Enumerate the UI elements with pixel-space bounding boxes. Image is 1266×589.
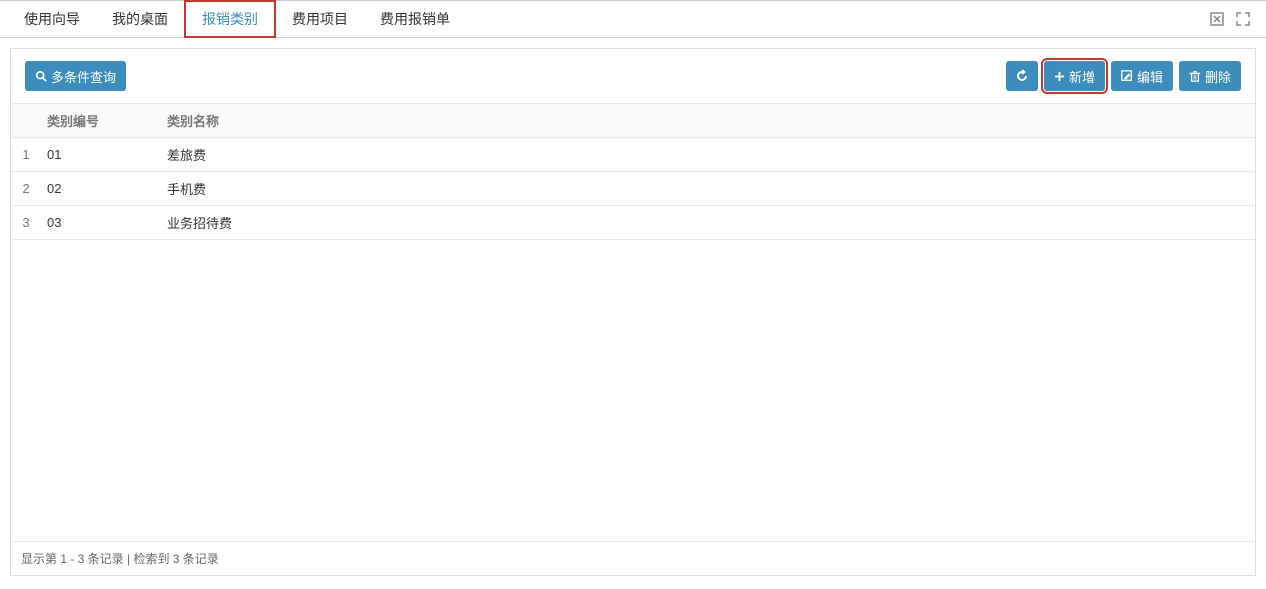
- cell-code: 01: [41, 147, 161, 162]
- tab-expense-reimbursement[interactable]: 费用报销单: [364, 1, 466, 37]
- close-tab-icon[interactable]: [1210, 12, 1224, 26]
- add-label: 新增: [1069, 67, 1095, 86]
- cell-name: 差旅费: [161, 145, 1255, 164]
- cell-code: 03: [41, 215, 161, 230]
- cell-index: 1: [11, 147, 41, 162]
- table-row[interactable]: 1 01 差旅费: [11, 138, 1255, 172]
- content-panel: 多条件查询 新增 编辑: [10, 48, 1256, 576]
- tab-usage-guide[interactable]: 使用向导: [8, 1, 96, 37]
- refresh-icon: [1015, 69, 1029, 83]
- data-table: 类别编号 类别名称 1 01 差旅费 2 02 手机费 3 03 业务招待费: [11, 103, 1255, 240]
- table-row[interactable]: 2 02 手机费: [11, 172, 1255, 206]
- plus-icon: [1054, 71, 1065, 82]
- fullscreen-icon[interactable]: [1236, 12, 1250, 26]
- col-header-name[interactable]: 类别名称: [161, 111, 1255, 130]
- trash-icon: [1189, 70, 1201, 82]
- edit-button[interactable]: 编辑: [1111, 61, 1173, 91]
- add-button[interactable]: 新增: [1044, 61, 1105, 91]
- table-empty-area: [11, 240, 1255, 541]
- search-icon: [35, 70, 47, 82]
- tab-bar: 使用向导 我的桌面 报销类别 费用项目 费用报销单: [0, 0, 1266, 38]
- refresh-button[interactable]: [1006, 61, 1038, 91]
- table-footer: 显示第 1 - 3 条记录 | 检索到 3 条记录: [11, 541, 1255, 575]
- table-row[interactable]: 3 03 业务招待费: [11, 206, 1255, 240]
- multi-query-label: 多条件查询: [51, 67, 116, 86]
- records-info: 显示第 1 - 3 条记录 | 检索到 3 条记录: [21, 552, 219, 566]
- cell-name: 业务招待费: [161, 213, 1255, 232]
- edit-icon: [1121, 70, 1133, 82]
- tab-reimburse-category[interactable]: 报销类别: [184, 0, 276, 38]
- delete-button[interactable]: 删除: [1179, 61, 1241, 91]
- cell-name: 手机费: [161, 179, 1255, 198]
- table-header: 类别编号 类别名称: [11, 104, 1255, 138]
- delete-label: 删除: [1205, 67, 1231, 86]
- col-header-code[interactable]: 类别编号: [41, 111, 161, 130]
- multi-query-button[interactable]: 多条件查询: [25, 61, 126, 91]
- cell-index: 2: [11, 181, 41, 196]
- tab-expense-item[interactable]: 费用项目: [276, 1, 364, 37]
- cell-index: 3: [11, 215, 41, 230]
- toolbar: 多条件查询 新增 编辑: [11, 49, 1255, 103]
- tab-my-desktop[interactable]: 我的桌面: [96, 1, 184, 37]
- cell-code: 02: [41, 181, 161, 196]
- edit-label: 编辑: [1137, 67, 1163, 86]
